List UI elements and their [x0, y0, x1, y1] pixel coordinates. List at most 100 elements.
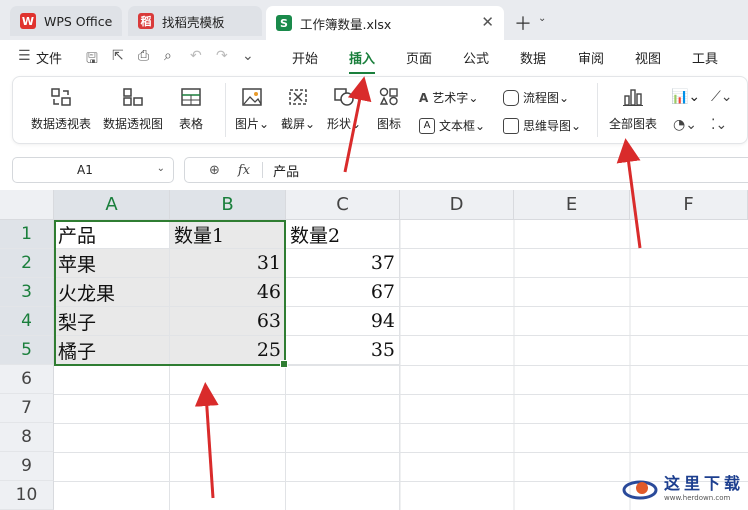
- textbox-label: 文本框: [439, 119, 476, 133]
- watermark-site: www.herdown.com: [664, 494, 731, 502]
- menu-tools[interactable]: 工具: [692, 48, 718, 67]
- row-header-8[interactable]: 8: [0, 423, 54, 452]
- menu-formula[interactable]: 公式: [463, 48, 489, 67]
- docer-logo-icon: 稻: [138, 13, 154, 29]
- menu-bar: ☰ 文件 🖫 ⇱ ⎙ ⌕ ↶ ↷ ⌄ 开始 插入 页面 公式 数据 审阅 视图 …: [0, 40, 748, 74]
- column-header-a[interactable]: A: [54, 190, 170, 220]
- menu-data[interactable]: 数据: [520, 48, 546, 67]
- menu-view[interactable]: 视图: [635, 48, 661, 67]
- row-header-9[interactable]: 9: [0, 452, 54, 481]
- close-icon[interactable]: ✕: [481, 13, 494, 31]
- tab-label: WPS Office: [44, 13, 113, 29]
- chevron-down-icon[interactable]: ⌄: [538, 13, 546, 24]
- pivot-chart-icon: [123, 88, 143, 106]
- formula-input[interactable]: ⊕ fx 产品: [184, 157, 748, 183]
- menu-insert[interactable]: 插入: [349, 48, 376, 74]
- name-box[interactable]: A1 ⌄: [12, 157, 174, 183]
- row-header-7[interactable]: 7: [0, 394, 54, 423]
- table-label: 表格: [179, 117, 204, 131]
- save-icon[interactable]: 🖫: [86, 48, 98, 72]
- pivot-table-button[interactable]: 数据透视表: [31, 87, 91, 132]
- formula-divider: [262, 162, 264, 178]
- ribbon-insert: 数据透视表 数据透视图 表格 图片⌄ 截屏⌄ 形状⌄ 图标 A 艺术字 ⌄ A 文…: [12, 76, 748, 144]
- scatter-chart-icon[interactable]: ⁚⌄: [711, 117, 727, 133]
- table-icon: [181, 88, 201, 106]
- menu-review[interactable]: 审阅: [578, 48, 604, 67]
- spreadsheet-grid: A B C D E F 1 2 3 4 5 6 7 8 9 10 产品 数量1 …: [0, 190, 748, 510]
- row-header-1[interactable]: 1: [0, 220, 54, 249]
- redo-icon[interactable]: ↷: [216, 48, 228, 64]
- textbox-button[interactable]: A 文本框 ⌄: [419, 117, 485, 134]
- pivot-chart-button[interactable]: 数据透视图: [103, 87, 163, 132]
- shape-label: 形状⌄: [327, 117, 362, 131]
- row-header-3[interactable]: 3: [0, 278, 54, 307]
- pivot-table-icon: [51, 88, 71, 106]
- empty-cells-grid[interactable]: [54, 220, 748, 510]
- bar-chart-icon: [623, 89, 643, 106]
- menu-page[interactable]: 页面: [406, 48, 432, 67]
- new-tab-icon[interactable]: ＋: [514, 10, 532, 36]
- picture-icon: [242, 88, 262, 106]
- table-button[interactable]: 表格: [179, 87, 203, 132]
- mindmap-icon: [503, 117, 519, 134]
- icon-label: 图标: [377, 117, 402, 131]
- row-header-2[interactable]: 2: [0, 249, 54, 278]
- icon-button[interactable]: 图标: [377, 87, 401, 132]
- export-icon[interactable]: ⇱: [112, 48, 124, 64]
- row-header-10[interactable]: 10: [0, 481, 54, 510]
- wps-logo-icon: W: [20, 13, 36, 29]
- tab-wps-office[interactable]: W WPS Office: [10, 6, 122, 36]
- row-header-4[interactable]: 4: [0, 307, 54, 336]
- all-charts-button[interactable]: 全部图表: [609, 87, 657, 132]
- chevron-down-icon: ⌄: [571, 118, 582, 133]
- line-chart-icon[interactable]: ⟋⌄: [711, 89, 733, 105]
- flowchart-button[interactable]: 流程图 ⌄: [503, 89, 569, 106]
- wordart-label: 艺术字: [432, 91, 469, 105]
- zoom-lookup-icon[interactable]: ⊕: [209, 163, 220, 178]
- tab-bar: W WPS Office 稻 找稻壳模板 S 工作簿数量.xlsx ✕ ＋ ⌄: [0, 0, 748, 40]
- pivot-chart-label: 数据透视图: [103, 117, 164, 131]
- tab-docer-templates[interactable]: 稻 找稻壳模板: [128, 6, 262, 36]
- ribbon-divider: [597, 83, 598, 137]
- mindmap-button[interactable]: 思维导图 ⌄: [503, 117, 581, 134]
- watermark-swirl-icon: [622, 480, 658, 500]
- more-chevron-icon[interactable]: ⌄: [242, 48, 254, 64]
- chevron-down-icon: ⌄: [468, 90, 479, 105]
- select-all-corner[interactable]: [0, 190, 54, 220]
- print-preview-icon[interactable]: ⌕: [164, 48, 172, 64]
- chevron-down-icon: ⌄: [559, 90, 570, 105]
- function-icon[interactable]: fx: [238, 163, 250, 178]
- column-chart-icon[interactable]: 📊⌄: [671, 89, 700, 105]
- column-header-b[interactable]: B: [170, 190, 286, 220]
- menu-file[interactable]: 文件: [36, 48, 62, 67]
- screenshot-icon: [289, 89, 307, 105]
- icons-gallery-icon: [379, 87, 398, 106]
- wordart-button[interactable]: A 艺术字 ⌄: [419, 89, 478, 106]
- column-header-c[interactable]: C: [286, 190, 400, 220]
- screenshot-button[interactable]: 截屏⌄: [281, 87, 315, 132]
- picture-label: 图片⌄: [235, 117, 270, 131]
- column-header-e[interactable]: E: [514, 190, 630, 220]
- column-header-f[interactable]: F: [630, 190, 748, 220]
- tab-workbook[interactable]: S 工作簿数量.xlsx ✕: [266, 6, 504, 40]
- flowchart-label: 流程图: [523, 91, 560, 105]
- shape-icon: [334, 88, 354, 106]
- pivot-table-label: 数据透视表: [31, 117, 92, 131]
- watermark-logo: 这里下载 www.herdown.com: [620, 470, 746, 508]
- picture-button[interactable]: 图片⌄: [235, 87, 269, 132]
- chevron-down-icon: ⌄: [475, 118, 486, 133]
- column-header-d[interactable]: D: [400, 190, 514, 220]
- print-icon[interactable]: ⎙: [138, 48, 149, 64]
- row-header-5[interactable]: 5: [0, 336, 54, 365]
- watermark-text: 这里下载: [664, 474, 745, 493]
- row-header-6[interactable]: 6: [0, 365, 54, 394]
- formula-bar: A1 ⌄ ⊕ fx 产品: [0, 150, 748, 188]
- menu-home[interactable]: 开始: [292, 48, 318, 67]
- undo-icon[interactable]: ↶: [190, 48, 202, 64]
- menu-icon[interactable]: ☰: [18, 48, 31, 64]
- chevron-down-icon[interactable]: ⌄: [157, 163, 165, 174]
- tab-label: 找稻壳模板: [162, 14, 225, 30]
- shape-button[interactable]: 形状⌄: [327, 87, 361, 132]
- wordart-icon: A: [419, 90, 429, 105]
- pie-chart-icon[interactable]: ◔⌄: [673, 117, 697, 133]
